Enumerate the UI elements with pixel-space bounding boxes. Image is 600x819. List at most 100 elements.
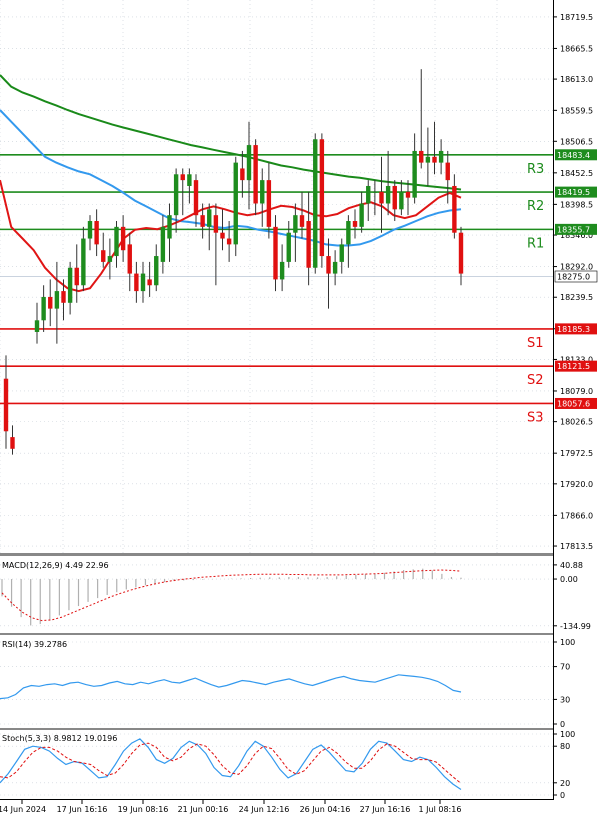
candle-body	[107, 256, 113, 262]
candle-body	[313, 139, 318, 268]
candle-body	[160, 226, 166, 262]
candle-body	[154, 256, 159, 286]
price-tick-label: 18665.5	[560, 44, 593, 53]
level-tags: 18483.4 18419.5 18355.7 18185.3 18121.5 18057…	[554, 149, 598, 409]
candle-body	[405, 191, 411, 198]
time-tick-label: 26 Jun 04:16	[300, 805, 351, 814]
candle-body	[167, 215, 172, 239]
level-tag-label: 18185.3	[557, 325, 590, 334]
candle-body	[379, 191, 384, 204]
candle-body	[266, 180, 272, 227]
candle-body	[419, 150, 424, 163]
candle-body	[293, 215, 298, 233]
level-name-r3: R3	[527, 162, 544, 177]
time-tick-label: 27 Jun 16:16	[360, 805, 411, 814]
stoch-tick-label: 100	[560, 730, 575, 739]
candle-body	[140, 273, 146, 292]
panel-separator	[0, 633, 553, 635]
candle-body	[299, 215, 305, 227]
price-tick-label: 17813.5	[560, 542, 593, 551]
candle	[313, 133, 318, 274]
candle	[319, 133, 325, 268]
candle-body	[366, 185, 371, 204]
candle-body	[120, 226, 126, 251]
time-tick-label: 1 Jul 08:16	[419, 805, 462, 814]
level-name-s1: S1	[527, 336, 544, 351]
candle-body	[173, 174, 179, 216]
candle-body	[114, 226, 119, 257]
candle-body	[94, 221, 99, 245]
candle-body	[74, 267, 79, 286]
candle-body	[10, 437, 15, 449]
price-tick-label: 17866.0	[560, 511, 593, 520]
candle-body	[332, 261, 338, 274]
panel-separator	[0, 553, 553, 556]
macd-histogram	[1, 568, 462, 626]
rsi-tick-label: 70	[560, 663, 570, 672]
last-price-label: 18275.0	[557, 273, 590, 282]
time-tick-label: 19 Jun 08:16	[118, 805, 169, 814]
price-tick-label: 18559.5	[560, 106, 593, 115]
candle-body	[432, 156, 437, 163]
candle-body	[260, 180, 265, 204]
price-tick-label: 18398.5	[560, 200, 593, 209]
time-tick-label: 14 Jun 2024	[0, 805, 46, 814]
candle-body	[61, 291, 66, 303]
level-tag-label: 18121.5	[557, 362, 590, 371]
candle-body	[34, 320, 40, 332]
rsi-tick-label: 0	[560, 720, 565, 729]
panel-separator	[0, 728, 553, 730]
candle-body	[279, 261, 285, 280]
candle-body	[193, 180, 199, 216]
candle-body	[425, 156, 431, 163]
rsi-line	[0, 674, 462, 700]
candle-body	[286, 232, 291, 262]
price-tick-label: 18239.5	[560, 293, 593, 302]
macd-label: MACD(12,26,9) 4.49 22.96	[2, 561, 109, 570]
candle-body	[438, 150, 444, 163]
candle-body	[213, 215, 219, 233]
candle-body	[41, 296, 46, 321]
price-tick-label: 18079.0	[560, 387, 593, 396]
candle-body	[226, 238, 232, 245]
price-tick-label: 18452.5	[560, 169, 593, 178]
candle-body	[445, 162, 450, 181]
macd-tick-label: 40.88	[560, 561, 583, 570]
trading-chart: R3 R2 R1 S1 S2 S3 18719.5 18665.5 18613.0 18559.…	[0, 0, 598, 814]
stoch-k-line	[0, 738, 462, 790]
candle-body	[319, 139, 325, 257]
price-tick-label: 17972.5	[560, 449, 593, 458]
stoch-axis: 100 80 20 0	[553, 730, 575, 800]
stoch-tick-label: 80	[560, 742, 570, 751]
macd-signal-line	[1, 569, 462, 622]
candle-body	[54, 291, 60, 309]
candle-body	[81, 238, 86, 286]
level-name-s2: S2	[527, 373, 544, 388]
macd-axis: 40.88 0.00 -134.99	[553, 561, 591, 631]
macd-tick-label: 0.00	[560, 575, 578, 584]
stoch-label: Stoch(5,3,3) 8.9812 19.0196	[2, 734, 117, 743]
level-tag-label: 18057.6	[557, 399, 590, 408]
candle-body	[359, 203, 364, 227]
candle-body	[412, 150, 417, 198]
candle-body	[134, 273, 139, 292]
candle-body	[452, 185, 457, 233]
candle-body	[339, 244, 344, 262]
candle-body	[200, 215, 205, 227]
level-tag-label: 18355.7	[557, 225, 590, 234]
candle-body	[352, 221, 358, 227]
stoch-tick-label: 0	[560, 791, 565, 800]
level-name-r2: R2	[527, 199, 544, 214]
candle-body	[346, 221, 351, 245]
candle-body	[458, 232, 464, 274]
time-tick-label: 17 Jun 16:16	[57, 805, 108, 814]
rsi-tick-label: 100	[560, 638, 575, 647]
candle-body	[399, 191, 404, 210]
candle-body	[67, 267, 73, 303]
candle-body	[220, 232, 225, 239]
candle-body	[273, 226, 278, 280]
candle-body	[147, 279, 152, 286]
rsi-label: RSI(14) 39.2786	[2, 640, 67, 649]
macd-grid	[0, 564, 553, 627]
candle	[233, 156, 238, 257]
